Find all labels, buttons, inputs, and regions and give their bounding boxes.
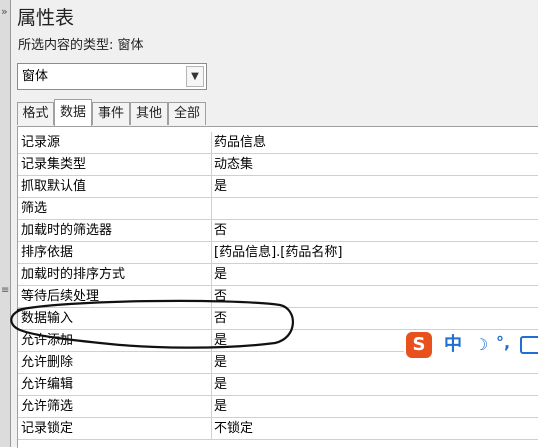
property-value[interactable]: 动态集	[214, 154, 538, 175]
panel-title: 属性表	[17, 7, 75, 29]
tab-data[interactable]: 数据	[54, 99, 92, 126]
property-sheet: 属性表 所选内容的类型: 窗体 窗体 ▼ 格式 数据 事件 其他 全部 记录源 …	[11, 0, 538, 448]
selection-type-label: 所选内容的类型: 窗体	[18, 38, 144, 53]
property-name: 数据输入	[18, 308, 212, 329]
object-select-value: 窗体	[22, 69, 49, 84]
moon-icon[interactable]: ☽	[474, 333, 488, 357]
property-value[interactable]: 药品信息	[214, 132, 538, 153]
property-name: 允许筛选	[18, 396, 212, 417]
chevron-down-icon[interactable]: ▼	[186, 66, 204, 87]
property-row[interactable]: 加载时的排序方式 是	[18, 264, 538, 286]
tab-event[interactable]: 事件	[92, 102, 130, 125]
property-name: 筛选	[18, 198, 212, 219]
property-row[interactable]: 记录集类型 动态集	[18, 154, 538, 176]
property-value[interactable]: 是	[214, 396, 538, 417]
property-value[interactable]: 是	[214, 264, 538, 285]
property-value[interactable]: 否	[214, 220, 538, 241]
property-value[interactable]: 否	[214, 286, 538, 307]
property-row[interactable]: 排序依据 [药品信息].[药品名称]	[18, 242, 538, 264]
object-select[interactable]: 窗体 ▼	[17, 63, 207, 90]
property-name: 加载时的排序方式	[18, 264, 212, 285]
property-value[interactable]: 是	[214, 176, 538, 197]
tab-format[interactable]: 格式	[17, 102, 54, 125]
property-value[interactable]: [药品信息].[药品名称]	[214, 242, 538, 263]
property-name: 排序依据	[18, 242, 212, 263]
tab-all[interactable]: 全部	[168, 102, 206, 125]
property-grid: 记录源 药品信息 记录集类型 动态集 抓取默认值 是 筛选 加载时的筛选器 否 …	[17, 126, 538, 448]
property-name: 允许添加	[18, 330, 212, 351]
property-value[interactable]: 是	[214, 374, 538, 395]
property-name: 加载时的筛选器	[18, 220, 212, 241]
property-name: 记录源	[18, 132, 212, 153]
property-row[interactable]: 等待后续处理 否	[18, 286, 538, 308]
property-name: 记录集类型	[18, 154, 212, 175]
property-row[interactable]: 记录锁定 不锁定	[18, 418, 538, 440]
sogou-logo-icon[interactable]: S	[406, 332, 432, 358]
property-name: 等待后续处理	[18, 286, 212, 307]
property-row[interactable]: 加载时的筛选器 否	[18, 220, 538, 242]
property-name: 抓取默认值	[18, 176, 212, 197]
ime-mode-toggle[interactable]: 中	[444, 333, 462, 357]
property-value[interactable]: 否	[214, 308, 538, 329]
property-row[interactable]: 允许筛选 是	[18, 396, 538, 418]
punctuation-toggle[interactable]: °,	[496, 331, 510, 355]
property-name: 允许编辑	[18, 374, 212, 395]
property-name: 记录锁定	[18, 418, 212, 439]
ime-toolbar[interactable]: S 中 ☽ °,	[404, 330, 538, 360]
property-row[interactable]: 数据输入 否	[18, 308, 538, 330]
property-name: 允许删除	[18, 352, 212, 373]
keyboard-icon[interactable]	[520, 336, 538, 354]
tab-other[interactable]: 其他	[130, 102, 168, 125]
property-value[interactable]	[214, 198, 538, 219]
nav-pane-collapsed[interactable]: » ≡	[0, 0, 11, 447]
property-row[interactable]: 记录源 药品信息	[18, 132, 538, 154]
splitter-grip-icon[interactable]: ≡	[1, 286, 9, 296]
double-chevron-right-icon[interactable]: »	[1, 6, 8, 17]
property-row[interactable]: 筛选	[18, 198, 538, 220]
property-row[interactable]: 抓取默认值 是	[18, 176, 538, 198]
property-value[interactable]: 不锁定	[214, 418, 538, 439]
property-row[interactable]: 允许编辑 是	[18, 374, 538, 396]
